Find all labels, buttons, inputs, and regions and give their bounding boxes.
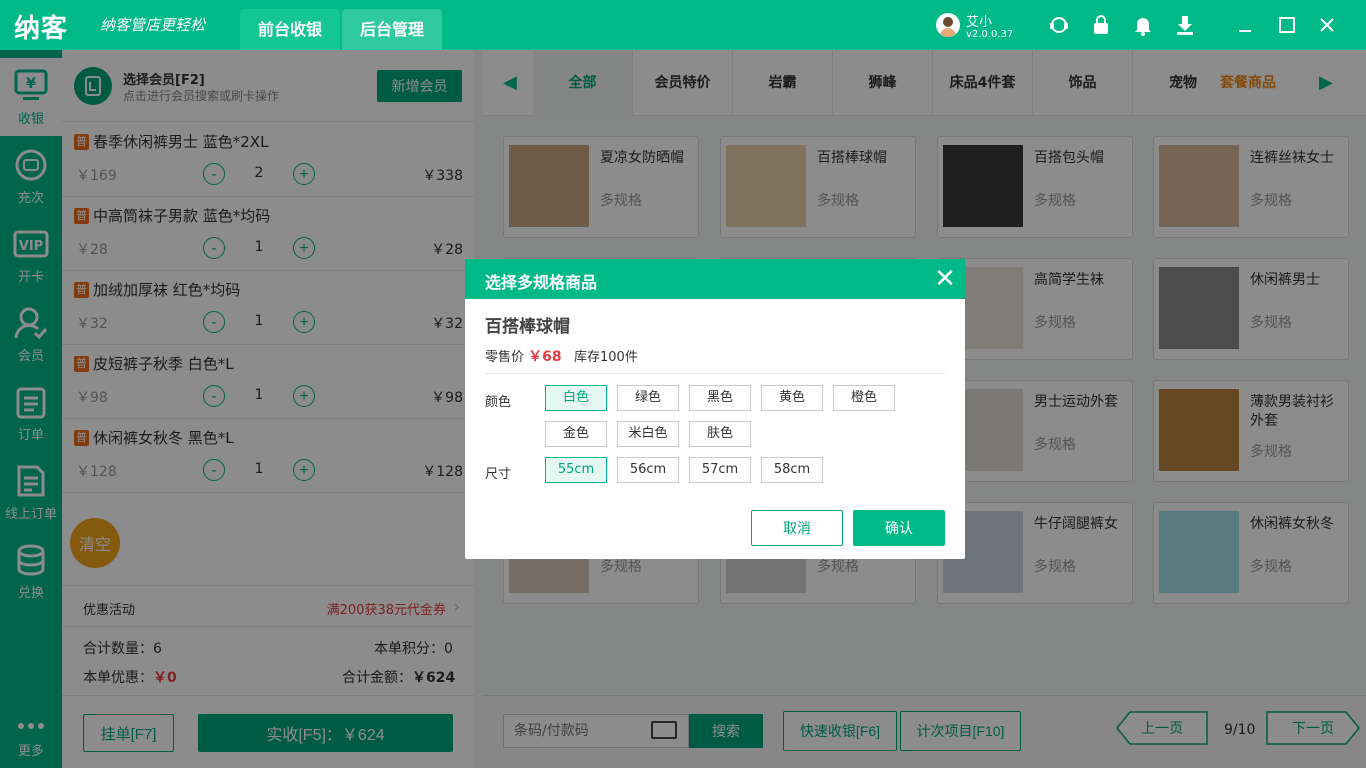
avatar xyxy=(936,13,960,37)
lock-icon[interactable] xyxy=(1090,14,1112,36)
user-name: 艾小 xyxy=(966,15,993,30)
top-bar: 纳客 纳客管店更轻松 前台收银 后台管理 艾小 v2.0.0.37 xyxy=(0,0,1366,50)
color-option-offwhite[interactable]: 米白色 xyxy=(617,421,679,447)
size-option-55[interactable]: 55cm xyxy=(545,457,607,483)
color-option-white[interactable]: 白色 xyxy=(545,385,607,411)
dialog-stock: 库存100件 xyxy=(574,350,638,365)
maximize-icon[interactable] xyxy=(1276,14,1298,36)
color-option-orange[interactable]: 橙色 xyxy=(833,385,895,411)
color-option-yellow[interactable]: 黄色 xyxy=(761,385,823,411)
tab-front-cashier[interactable]: 前台收银 xyxy=(240,9,340,50)
support-icon[interactable] xyxy=(1048,14,1070,36)
confirm-button[interactable]: 确认 xyxy=(853,510,945,546)
close-icon[interactable] xyxy=(1316,14,1338,36)
app-logo: 纳客 xyxy=(14,14,69,44)
size-option-57[interactable]: 57cm xyxy=(689,457,751,483)
tab-back-admin[interactable]: 后台管理 xyxy=(342,9,442,50)
dialog-product-name: 百搭棒球帽 xyxy=(485,317,570,337)
size-label: 尺寸 xyxy=(485,467,512,482)
color-option-green[interactable]: 绿色 xyxy=(617,385,679,411)
color-option-gold[interactable]: 金色 xyxy=(545,421,607,447)
dialog-title: 选择多规格商品 xyxy=(485,273,598,292)
app-version: v2.0.0.37 xyxy=(966,29,1014,40)
cancel-button[interactable]: 取消 xyxy=(751,510,843,546)
color-option-skin[interactable]: 肤色 xyxy=(689,421,751,447)
color-label: 颜色 xyxy=(485,395,512,410)
app-slogan: 纳客管店更轻松 xyxy=(100,16,206,34)
minimize-icon[interactable] xyxy=(1234,14,1256,36)
price-label: 零售价 xyxy=(485,350,525,365)
close-icon[interactable]: ✕ xyxy=(931,265,959,293)
download-icon[interactable] xyxy=(1174,14,1196,36)
bell-icon[interactable] xyxy=(1132,14,1154,36)
price-value: ￥68 xyxy=(528,349,562,365)
spec-select-dialog: 选择多规格商品 ✕ 百搭棒球帽 零售价 ￥68 库存100件 颜色 白色 绿色 … xyxy=(465,259,965,559)
color-option-black[interactable]: 黑色 xyxy=(689,385,751,411)
size-option-58[interactable]: 58cm xyxy=(761,457,823,483)
size-option-56[interactable]: 56cm xyxy=(617,457,679,483)
dialog-header: 选择多规格商品 ✕ xyxy=(465,259,965,299)
divider xyxy=(485,373,945,374)
dialog-price: 零售价 ￥68 xyxy=(485,346,562,366)
